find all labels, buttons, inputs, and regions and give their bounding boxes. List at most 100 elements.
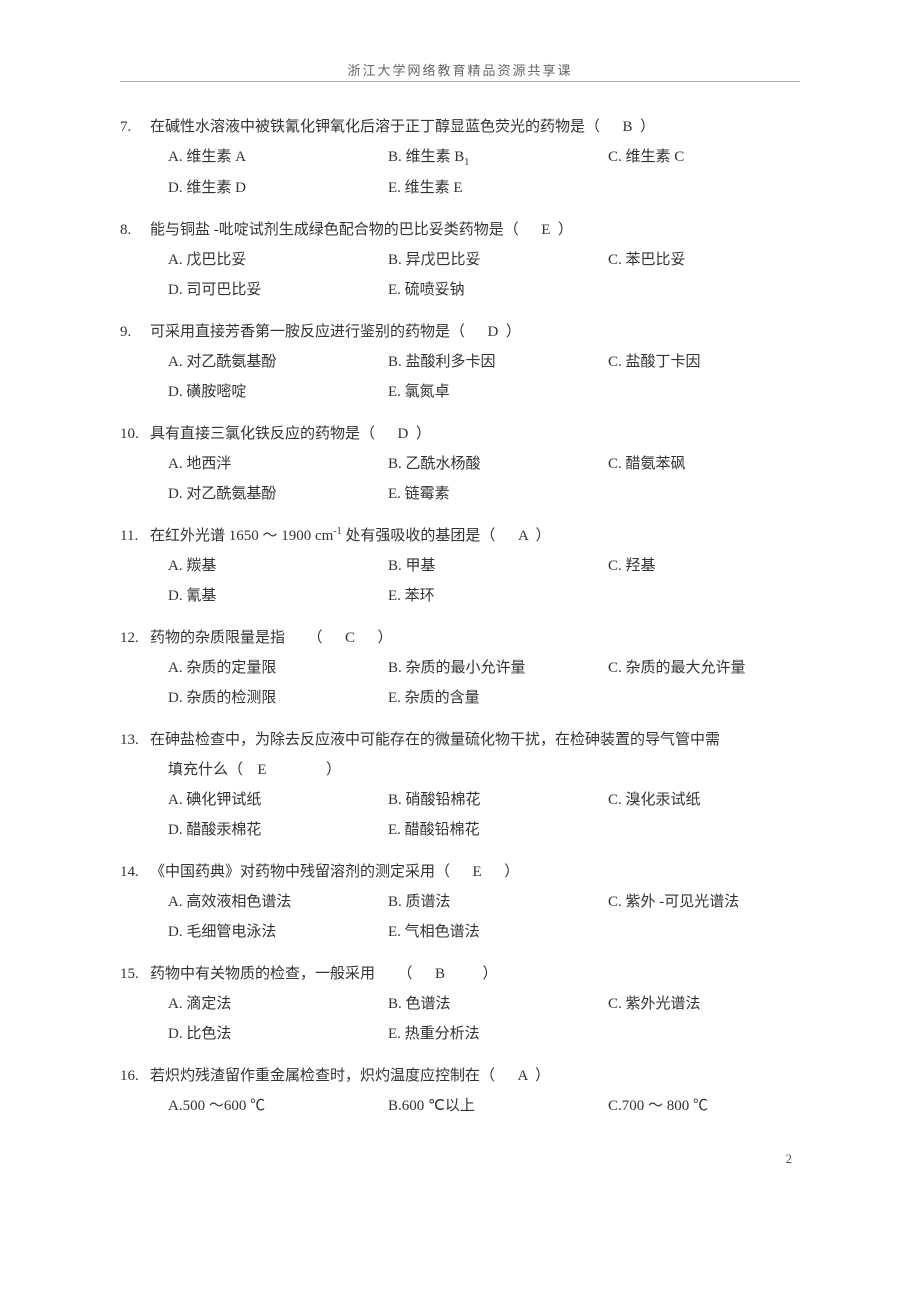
option-value: 地西泮 (186, 456, 231, 472)
options-row: A. 碘化钾试纸B. 硝酸铅棉花C. 溴化汞试纸 (120, 785, 800, 815)
question-text-prefix: 可采用直接芳香第一胺反应进行鉴别的药物是（ (150, 324, 465, 340)
option-value: 盐酸丁卡因 (626, 354, 701, 370)
question-text-suffix: ） (535, 528, 550, 544)
question-text-suffix: ） (453, 966, 498, 982)
option: D. 比色法 (168, 1019, 388, 1049)
option-key: E. (388, 924, 405, 940)
question: 11.在红外光谱 1650 ～ 1900 cm-1 处有强吸收的基团是（ A ）… (120, 521, 800, 611)
option-key: D. (168, 822, 186, 838)
option-value: 维生素 B (406, 149, 465, 165)
option: D. 磺胺嘧啶 (168, 377, 388, 407)
question-number: 16. (120, 1061, 144, 1091)
question-stem: 14.《中国药典》对药物中残留溶剂的测定采用（ E ） (120, 857, 800, 887)
option: D. 醋酸汞棉花 (168, 815, 388, 845)
option-value: 硝酸铅棉花 (406, 792, 481, 808)
answer-blank: E (519, 215, 558, 245)
option: E. 氯氮卓 (388, 377, 608, 407)
header-rule (120, 81, 800, 82)
option: C.700 ～ 800 ℃ (608, 1091, 800, 1121)
options-row: A. 高效液相色谱法B. 质谱法C. 紫外 -可见光谱法 (120, 887, 800, 917)
question-text-prefix: 《中国药典》对药物中残留溶剂的测定采用（ (150, 864, 450, 880)
options-row: D. 醋酸汞棉花E. 醋酸铅棉花 (120, 815, 800, 845)
option-value: 甲基 (406, 558, 436, 574)
option: A. 维生素 A (168, 142, 388, 173)
option-key: E. (388, 180, 405, 196)
question-stem: 7.在碱性水溶液中被铁氰化钾氧化后溶于正丁醇显蓝色荧光的药物是（ B ） (120, 112, 800, 142)
option-key: B. (388, 1098, 402, 1114)
question-stem: 13.在砷盐检查中，为除去反应液中可能存在的微量硫化物干扰，在检砷装置的导气管中… (120, 725, 800, 755)
question: 15.药物中有关物质的检查，一般采用 （ B ）A. 滴定法B. 色谱法C. 紫… (120, 959, 800, 1049)
option: A. 杂质的定量限 (168, 653, 388, 683)
option-value: 500 ～600 ℃ (183, 1098, 266, 1114)
option: C. 苯巴比妥 (608, 245, 800, 275)
option-key: B. (388, 996, 406, 1012)
question-text-prefix: 在红外光谱 1650 ～ 1900 cm (150, 528, 333, 544)
option-key: B. (388, 660, 406, 676)
option-key: C. (608, 456, 626, 472)
option-key: D. (168, 924, 186, 940)
option-value: 色谱法 (406, 996, 451, 1012)
option-key: A. (168, 894, 186, 910)
answer-blank: D (375, 419, 416, 449)
option-key: B. (388, 149, 406, 165)
option-value: 比色法 (186, 1026, 231, 1042)
option: B. 硝酸铅棉花 (388, 785, 608, 815)
option-key: C. (608, 894, 626, 910)
question-text-prefix: 药物中有关物质的检查，一般采用 （ (150, 966, 413, 982)
question-text: 具有直接三氯化铁反应的药物是（ D ） (150, 419, 800, 449)
option-value: 氰基 (186, 588, 216, 604)
option-key: C. (608, 792, 626, 808)
option: B. 甲基 (388, 551, 608, 581)
question: 16. 若炽灼残渣留作重金属检查时，炽灼温度应控制在（ A ）A.500 ～60… (120, 1061, 800, 1121)
question-text-prefix: 药物的杂质限量是指 （ (150, 630, 323, 646)
option: E. 链霉素 (388, 479, 608, 509)
question-stem: 11.在红外光谱 1650 ～ 1900 cm-1 处有强吸收的基团是（ A ） (120, 521, 800, 551)
option: C. 溴化汞试纸 (608, 785, 800, 815)
option-value: 羟基 (626, 558, 656, 574)
question-text: 药物中有关物质的检查，一般采用 （ B ） (150, 959, 800, 989)
question: 12.药物的杂质限量是指 （ C ）A. 杂质的定量限B. 杂质的最小允许量C.… (120, 623, 800, 713)
option-key: A. (168, 996, 186, 1012)
options-row: A. 羰基B. 甲基C. 羟基 (120, 551, 800, 581)
option-value: 碘化钾试纸 (186, 792, 261, 808)
option-key: A. (168, 456, 186, 472)
option: A. 戊巴比妥 (168, 245, 388, 275)
subscript: 1 (464, 157, 469, 168)
option-value: 700 ～ 800 ℃ (622, 1098, 708, 1114)
option-key: D. (168, 588, 186, 604)
option-value: 乙酰水杨酸 (406, 456, 481, 472)
option: D. 司可巴比妥 (168, 275, 388, 305)
option-key: B. (388, 558, 406, 574)
option-value: 杂质的含量 (405, 690, 480, 706)
question-text-prefix: 在碱性水溶液中被铁氰化钾氧化后溶于正丁醇显蓝色荧光的药物是（ (150, 119, 600, 135)
option: C. 维生素 C (608, 142, 800, 173)
question: 8.能与铜盐 -吡啶试剂生成绿色配合物的巴比妥类药物是（ E ）A. 戊巴比妥B… (120, 215, 800, 305)
option-value: 气相色谱法 (405, 924, 480, 940)
option-key: E. (388, 690, 405, 706)
answer-blank: A (495, 521, 535, 551)
option-value: 紫外 -可见光谱法 (626, 894, 740, 910)
page-number: 2 (120, 1151, 800, 1167)
option: A. 地西泮 (168, 449, 388, 479)
options-row: D. 毛细管电泳法E. 气相色谱法 (120, 917, 800, 947)
option-key: A. (168, 558, 186, 574)
option-value: 热重分析法 (405, 1026, 480, 1042)
option: E. 杂质的含量 (388, 683, 608, 713)
option-value: 维生素 C (626, 149, 685, 165)
question-text-mid: 处有强吸收的基团是（ (342, 528, 496, 544)
option-value: 维生素 E (405, 180, 463, 196)
options-row: D. 维生素 DE. 维生素 E (120, 173, 800, 203)
question-text-suffix: ） (640, 119, 655, 135)
question-text-line2: 填充什么（E ） (120, 755, 800, 785)
question-stem: 16. 若炽灼残渣留作重金属检查时，炽灼温度应控制在（ A ） (120, 1061, 800, 1091)
question: 10.具有直接三氯化铁反应的药物是（ D ）A. 地西泮B. 乙酰水杨酸C. 醋… (120, 419, 800, 509)
option-value: 高效液相色谱法 (186, 894, 291, 910)
option: B. 乙酰水杨酸 (388, 449, 608, 479)
question-text: 在砷盐检查中，为除去反应液中可能存在的微量硫化物干扰，在检砷装置的导气管中需 (150, 725, 800, 755)
option-value: 溴化汞试纸 (626, 792, 701, 808)
option-key: E. (388, 384, 405, 400)
option-key: C. (608, 354, 626, 370)
question-stem: 15.药物中有关物质的检查，一般采用 （ B ） (120, 959, 800, 989)
options-row: A. 戊巴比妥B. 异戊巴比妥C. 苯巴比妥 (120, 245, 800, 275)
answer-blank: B (413, 959, 453, 989)
